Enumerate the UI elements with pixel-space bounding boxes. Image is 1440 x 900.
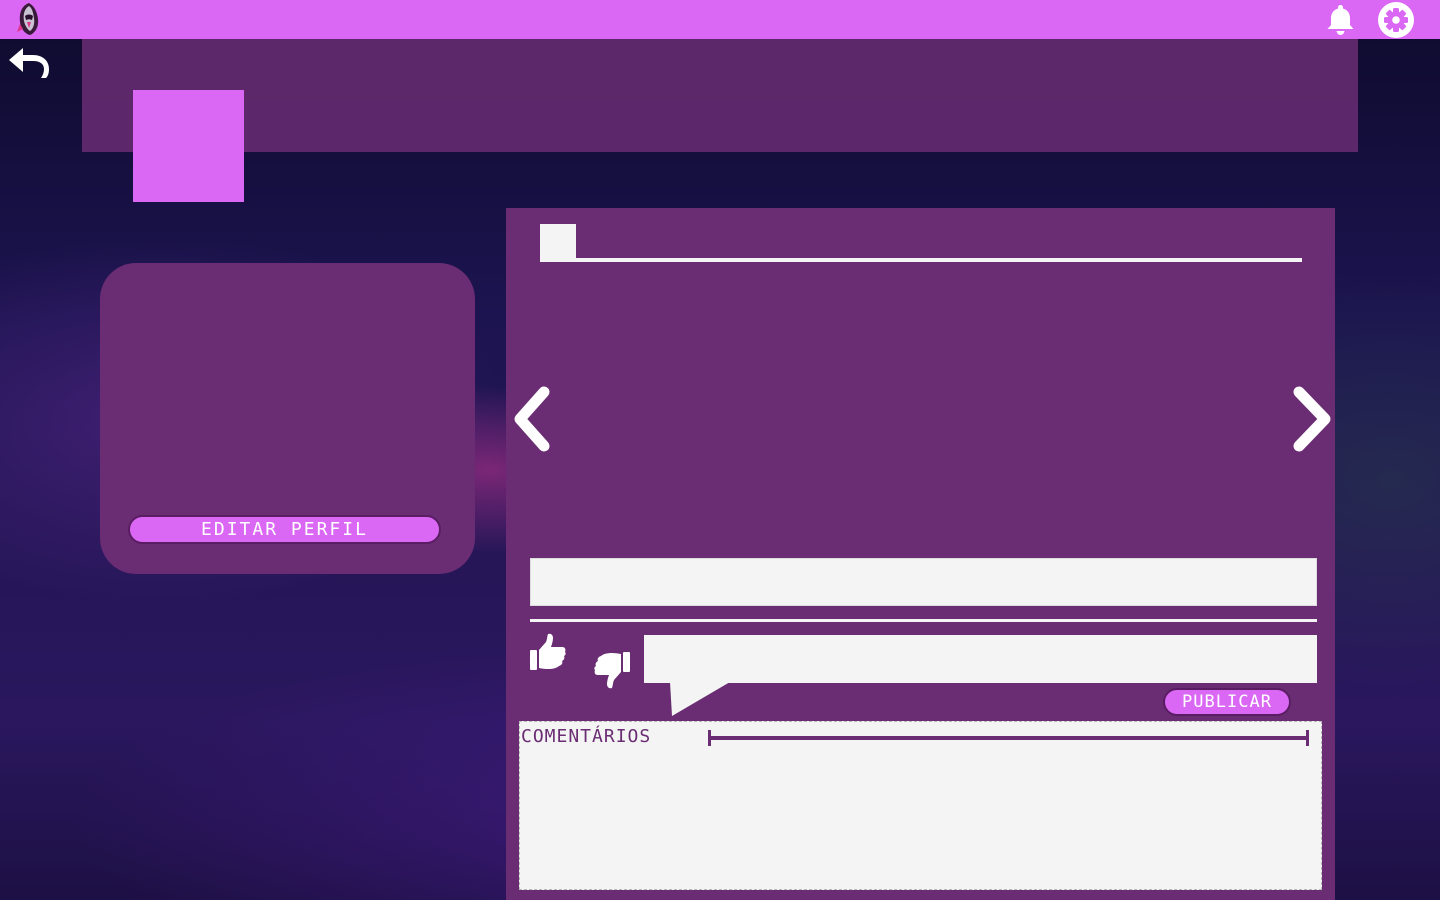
avatar[interactable] xyxy=(133,90,244,202)
post-header-divider xyxy=(540,258,1302,262)
undo-arrow-icon[interactable] xyxy=(5,44,51,80)
post-panel: PUBLICAR COMENTÁRIOS xyxy=(506,208,1335,900)
top-bar xyxy=(0,0,1440,39)
chevron-right-icon[interactable] xyxy=(1289,386,1335,452)
thumbs-down-icon[interactable] xyxy=(592,648,632,690)
edit-profile-button[interactable]: EDITAR PERFIL xyxy=(128,515,441,544)
comment-input[interactable] xyxy=(644,635,1317,683)
post-caption-box xyxy=(530,558,1317,606)
profile-banner xyxy=(82,39,1358,152)
publish-button[interactable]: PUBLICAR xyxy=(1163,688,1291,716)
post-divider xyxy=(530,619,1317,622)
speech-bubble-tail xyxy=(670,682,730,716)
thumbs-up-icon[interactable] xyxy=(528,632,568,674)
comments-divider xyxy=(708,730,1309,746)
comments-section: COMENTÁRIOS xyxy=(519,721,1322,890)
post-author-avatar[interactable] xyxy=(540,224,576,260)
profile-card: EDITAR PERFIL xyxy=(100,263,475,574)
bell-icon[interactable] xyxy=(1324,3,1357,36)
hooded-figure-logo-icon[interactable] xyxy=(16,2,42,36)
comments-title: COMENTÁRIOS xyxy=(521,726,652,747)
gear-icon[interactable] xyxy=(1377,1,1415,39)
chevron-left-icon[interactable] xyxy=(510,386,554,452)
